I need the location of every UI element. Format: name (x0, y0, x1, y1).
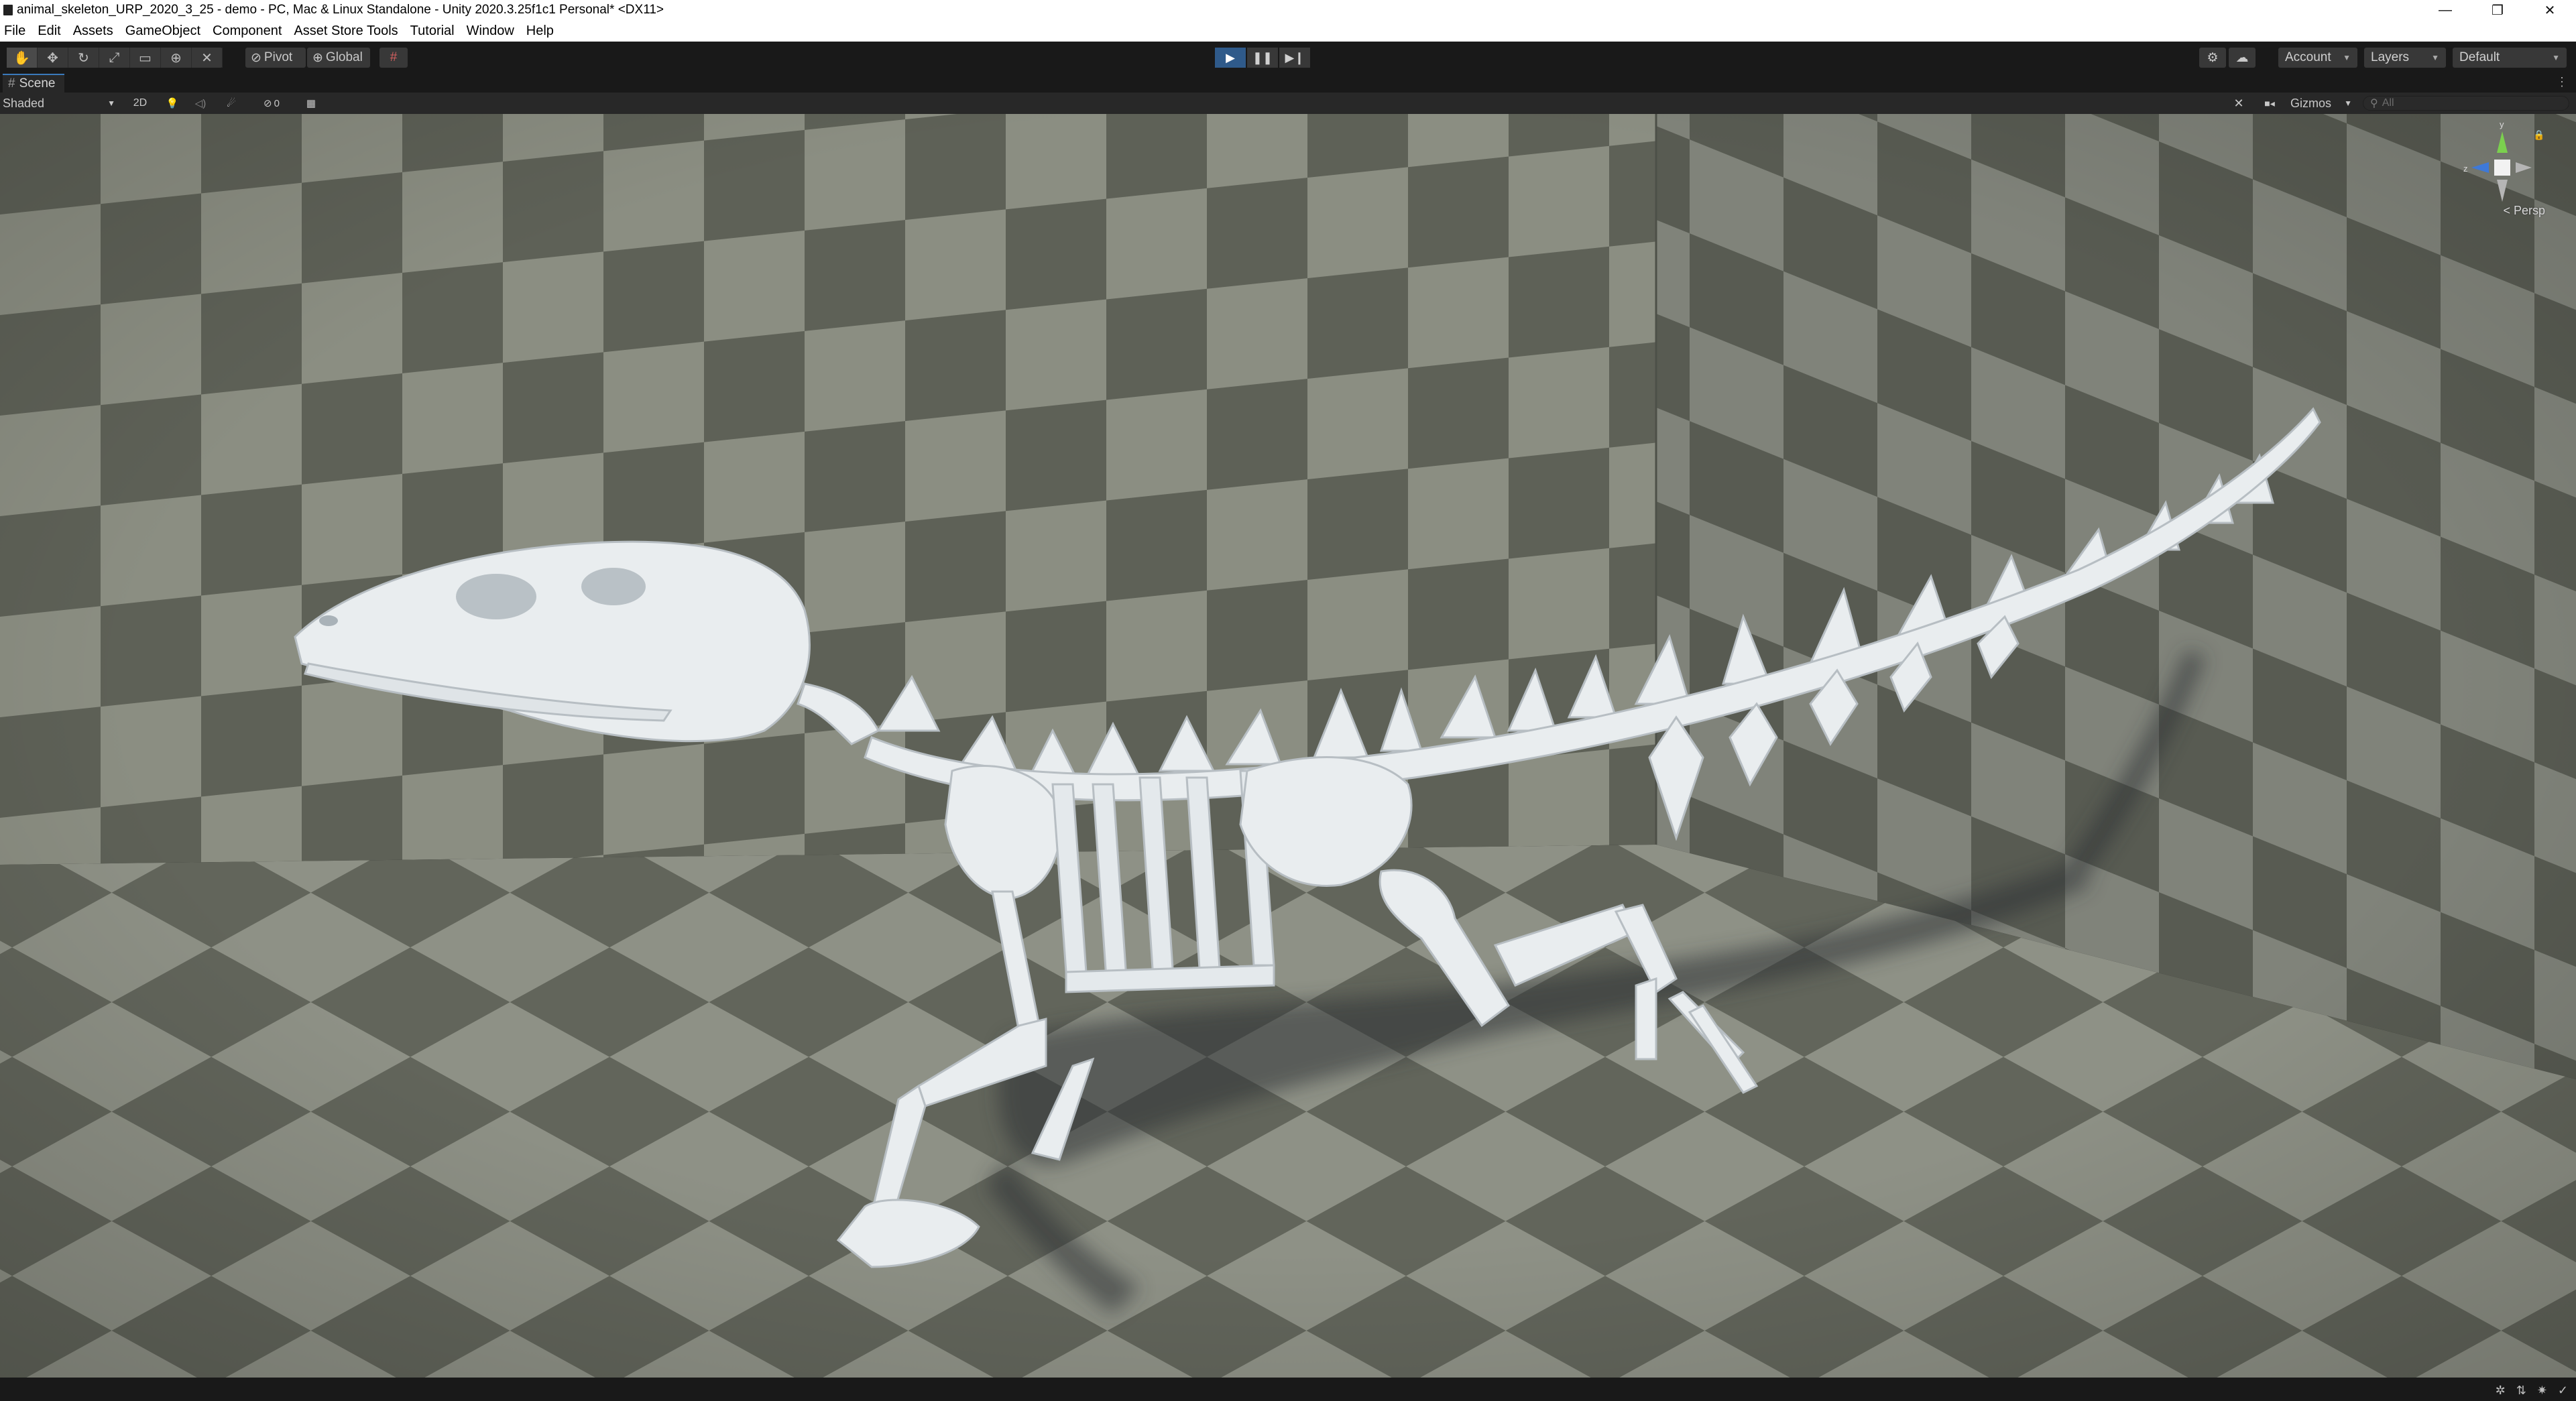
scene-icon: # (8, 76, 15, 90)
cloud-icon[interactable]: ☁ (2229, 48, 2256, 68)
draw-mode-label: Shaded (3, 96, 45, 110)
step-icon[interactable]: ▶❙ (1279, 48, 1310, 68)
menu-window[interactable]: Window (467, 23, 514, 39)
pause-icon[interactable]: ❚❚ (1247, 48, 1278, 68)
search-placeholder: All (2382, 97, 2394, 109)
status-icons: ✲ ⇅ ✷ ✓ (2496, 1384, 2568, 1398)
vignette (0, 114, 2576, 1378)
neg-y-axis-cone[interactable] (2497, 180, 2508, 202)
audio-icon[interactable]: ◁) (190, 95, 211, 111)
y-axis-label: y (2500, 119, 2504, 129)
move-tool-icon[interactable]: ✥ (38, 48, 68, 68)
status-bar: ✲ ⇅ ✷ ✓ (0, 1378, 2576, 1401)
pivot-icon: ⊘ (251, 50, 261, 65)
2d-toggle[interactable]: 2D (129, 95, 152, 111)
bug-icon[interactable]: ✲ (2496, 1384, 2506, 1398)
chevron-down-icon: ▼ (2431, 53, 2439, 62)
scene-viewport[interactable]: y z 🔒 < Persp (0, 114, 2576, 1378)
camera-icon[interactable]: ■◂ (2254, 95, 2285, 111)
debug-icon[interactable]: ✷ (2537, 1384, 2547, 1398)
menu-file[interactable]: File (4, 23, 25, 39)
grid-snap-icon[interactable]: # (379, 48, 408, 68)
grid-icon[interactable]: ▦ (292, 95, 330, 111)
window-titlebar: animal_skeleton_URP_2020_3_25 - demo - P… (0, 0, 2576, 20)
menu-help[interactable]: Help (526, 23, 554, 39)
chevron-down-icon: ▼ (107, 99, 115, 108)
global-label: Global (325, 50, 363, 64)
rotate-tool-icon[interactable]: ↻ (68, 48, 99, 68)
layers-dropdown[interactable]: Layers ▼ (2364, 48, 2446, 68)
window-controls: — ❐ ✕ (2419, 0, 2576, 20)
layout-label: Default (2459, 50, 2500, 64)
transform-tool-icon[interactable]: ⊕ (161, 48, 192, 68)
scene-render (0, 114, 2576, 1378)
window-title: animal_skeleton_URP_2020_3_25 - demo - P… (17, 3, 664, 17)
hierarchy-search-input[interactable]: ⚲ All (2363, 96, 2569, 111)
scene-tab-strip: # Scene ⋮ (0, 74, 2576, 93)
globe-icon: ⊕ (312, 50, 323, 65)
lighting-icon[interactable]: 💡 (164, 95, 181, 111)
menu-edit[interactable]: Edit (38, 23, 60, 39)
transform-tools: ✋ ✥ ↻ ⤢ ▭ ⊕ ✕ (7, 48, 223, 68)
minimize-button[interactable]: — (2419, 0, 2471, 20)
y-axis-cone[interactable] (2497, 131, 2508, 153)
account-dropdown[interactable]: Account ▼ (2278, 48, 2357, 68)
main-toolbar: ✋ ✥ ↻ ⤢ ▭ ⊕ ✕ ⊘ Pivot ⊕ Global # ▶ ❚❚ ▶❙… (0, 42, 2576, 74)
hand-tool-icon[interactable]: ✋ (7, 48, 38, 68)
chevron-down-icon: ▼ (2552, 53, 2560, 62)
collab-icon[interactable]: ⇅ (2516, 1384, 2526, 1398)
tab-menu-icon[interactable]: ⋮ (2556, 75, 2568, 89)
checkmark-icon[interactable]: ✓ (2558, 1384, 2568, 1398)
chevron-down-icon: ▼ (2343, 53, 2351, 62)
search-icon: ⚲ (2370, 98, 2378, 109)
hidden-count: 0 (274, 97, 280, 109)
scene-toolbar: Shaded ▼ 2D 💡 ◁) ☄ ⊘ 0 ▦ ✕ ■◂ Gizmos ▼ ⚲… (0, 93, 2576, 114)
gizmo-center-cube[interactable] (2494, 160, 2510, 176)
layout-dropdown[interactable]: Default ▼ (2453, 48, 2567, 68)
hidden-objects-toggle[interactable]: ⊘ 0 (255, 95, 288, 111)
rect-tool-icon[interactable]: ▭ (130, 48, 161, 68)
neg-x-axis-cone[interactable] (2516, 162, 2532, 173)
eye-slash-icon: ⊘ (264, 98, 272, 109)
account-label: Account (2285, 50, 2331, 64)
lock-icon[interactable]: 🔒 (2533, 129, 2542, 141)
effects-icon[interactable]: ☄ (216, 95, 247, 111)
pivot-label: Pivot (264, 50, 293, 64)
custom-tool-icon[interactable]: ✕ (192, 48, 223, 68)
tab-scene-label: Scene (19, 76, 56, 90)
scene-tools-icon[interactable]: ✕ (2230, 95, 2247, 111)
services-gear-icon[interactable]: ⚙ (2199, 48, 2226, 68)
play-icon[interactable]: ▶ (1215, 48, 1246, 68)
menu-gameobject[interactable]: GameObject (125, 23, 200, 39)
projection-label[interactable]: < Persp (2503, 204, 2545, 218)
unity-app-icon (3, 5, 13, 15)
global-toggle[interactable]: ⊕ Global (307, 48, 370, 68)
menu-tutorial[interactable]: Tutorial (410, 23, 455, 39)
pivot-toggle[interactable]: ⊘ Pivot (245, 48, 306, 68)
gizmos-label: Gizmos (2290, 96, 2332, 110)
menu-component[interactable]: Component (213, 23, 282, 39)
play-controls: ▶ ❚❚ ▶❙ (1215, 48, 1311, 68)
restore-button[interactable]: ❐ (2471, 0, 2524, 20)
z-axis-cone[interactable] (2471, 162, 2489, 173)
draw-mode-dropdown[interactable]: Shaded ▼ (3, 95, 119, 111)
menu-assets[interactable]: Assets (73, 23, 113, 39)
gizmos-dropdown[interactable]: Gizmos ▼ (2290, 95, 2352, 111)
layers-label: Layers (2371, 50, 2410, 64)
z-axis-label: z (2463, 164, 2468, 174)
close-button[interactable]: ✕ (2524, 0, 2576, 20)
tab-scene[interactable]: # Scene (3, 74, 65, 93)
menu-bar: File Edit Assets GameObject Component As… (0, 20, 2576, 42)
scale-tool-icon[interactable]: ⤢ (99, 48, 130, 68)
chevron-down-icon: ▼ (2344, 99, 2352, 108)
menu-asset-store-tools[interactable]: Asset Store Tools (294, 23, 398, 39)
